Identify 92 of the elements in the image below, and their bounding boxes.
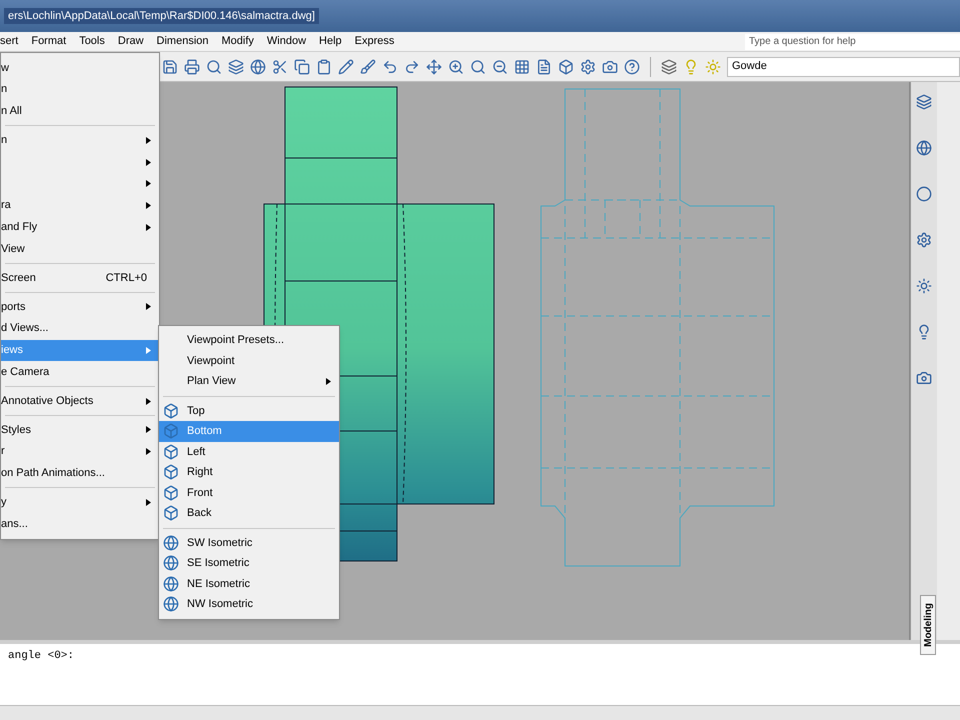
palette-tool-icon[interactable] (916, 232, 932, 248)
submenu-arrow-icon (146, 158, 151, 166)
globe-icon[interactable] (250, 58, 266, 74)
menu-bar-item[interactable]: Format (31, 33, 66, 50)
menu-item[interactable]: Back (159, 503, 339, 524)
palette-tool-icon[interactable] (916, 186, 932, 202)
menu-bar-item[interactable]: Express (354, 33, 394, 50)
menu-item[interactable]: y (1, 491, 159, 514)
box-icon[interactable] (558, 58, 574, 74)
menu-item[interactable]: ports (1, 296, 159, 318)
menu-bar-item[interactable]: Dimension (156, 33, 209, 50)
menu-item[interactable]: Styles (1, 418, 159, 441)
window-title: ers\Lochlin\AppData\Local\Temp\Rar$DI00.146\salmactra.dwg] (4, 8, 319, 24)
submenu-arrow-icon (146, 202, 151, 210)
menu-item[interactable]: n (1, 129, 159, 152)
paste-icon[interactable] (316, 58, 332, 74)
menu-item[interactable]: View (1, 238, 159, 260)
menu-bar-item[interactable]: Tools (79, 33, 105, 50)
isometric-view-icon (163, 555, 179, 572)
menu-item[interactable]: e Camera (1, 361, 159, 384)
palette-tool-icon[interactable] (916, 370, 932, 386)
menu-item[interactable]: ra (1, 194, 159, 217)
view-cube-icon (163, 464, 179, 480)
palette-tab[interactable]: Modeling (920, 595, 936, 655)
copy-icon[interactable] (294, 58, 310, 74)
submenu-arrow-icon (146, 498, 151, 506)
palette-tool-icon[interactable] (916, 140, 932, 156)
grid-icon[interactable] (514, 58, 530, 74)
submenu-arrow-icon (146, 426, 151, 434)
menu-item[interactable]: Plan View (159, 371, 339, 392)
view-cube-icon (163, 402, 179, 419)
menu-bar-item[interactable]: Window (266, 33, 306, 50)
layer-dropdown[interactable]: Gowde (727, 56, 960, 76)
isometric-view-icon (163, 534, 179, 551)
view-cube-icon (163, 484, 179, 501)
menu-item[interactable]: NW Isometric (159, 594, 339, 614)
help-icon[interactable] (624, 58, 640, 74)
view-cube-icon (163, 505, 179, 522)
document-icon[interactable] (536, 58, 552, 74)
menu-item[interactable]: w (1, 57, 159, 79)
print-icon[interactable] (184, 58, 200, 74)
menu-bar-item[interactable]: Help (319, 33, 342, 50)
save-icon[interactable] (162, 58, 178, 74)
submenu-arrow-icon (146, 224, 151, 231)
sun-icon (705, 58, 721, 74)
menu-item[interactable]: r (1, 440, 159, 463)
menu-bar-item[interactable]: Draw (118, 33, 144, 50)
view-cube-icon (163, 423, 179, 440)
menu-bar-item[interactable]: Modify (222, 33, 254, 50)
magnifier-icon[interactable] (470, 58, 486, 74)
menu-item[interactable]: on Path Animations... (1, 462, 159, 484)
undo-icon[interactable] (382, 58, 398, 74)
help-search-field[interactable]: Type a question for help (745, 34, 960, 50)
isometric-view-icon (163, 596, 179, 612)
submenu-arrow-icon (146, 180, 151, 188)
menu-bar-item[interactable]: sert (0, 33, 18, 50)
menu-item[interactable]: Viewpoint Presets... (159, 330, 339, 350)
menu-item[interactable]: n All (1, 100, 159, 122)
palette-tool-icon[interactable] (916, 278, 932, 294)
gear-icon[interactable] (580, 58, 596, 74)
menu-item[interactable]: Right (159, 462, 339, 482)
cut-icon[interactable] (272, 58, 288, 74)
palette-tool-icon[interactable] (916, 94, 932, 110)
menu-item[interactable]: NE Isometric (159, 574, 339, 594)
submenu-arrow-icon (326, 378, 331, 385)
menu-item[interactable]: SE Isometric (159, 553, 339, 574)
menu-item[interactable]: d Views... (1, 318, 159, 340)
menu-item[interactable]: SW Isometric (159, 532, 339, 553)
camera-icon[interactable] (602, 58, 618, 74)
menu-item[interactable]: n (1, 78, 159, 101)
zoom-icon[interactable] (448, 58, 464, 74)
menu-item[interactable]: Front (159, 482, 339, 503)
submenu-arrow-icon (146, 448, 151, 456)
isometric-view-icon (163, 576, 179, 592)
layers-icon[interactable] (661, 58, 677, 74)
submenu-arrow-icon (146, 136, 151, 144)
redo-icon[interactable] (404, 58, 420, 74)
brush-icon[interactable] (360, 58, 376, 74)
menu-item[interactable]: ans... (1, 513, 159, 535)
menu-item[interactable]: Annotative Objects (1, 390, 159, 412)
menu-item[interactable]: Screen CTRL+0 (1, 267, 159, 289)
pencil-icon[interactable] (338, 58, 354, 74)
submenu-arrow-icon (146, 398, 151, 405)
pan-icon[interactable] (426, 58, 442, 74)
view-cube-icon (163, 444, 179, 460)
command-prompt: angle <0>: (8, 649, 74, 664)
menu-item[interactable]: Viewpoint (159, 350, 339, 371)
menu-item[interactable]: Top (159, 400, 339, 421)
menu-item[interactable]: Left (159, 442, 339, 462)
submenu-arrow-icon (146, 346, 151, 354)
submenu-arrow-icon (146, 303, 151, 310)
menu-item[interactable]: and Fly (1, 216, 159, 238)
